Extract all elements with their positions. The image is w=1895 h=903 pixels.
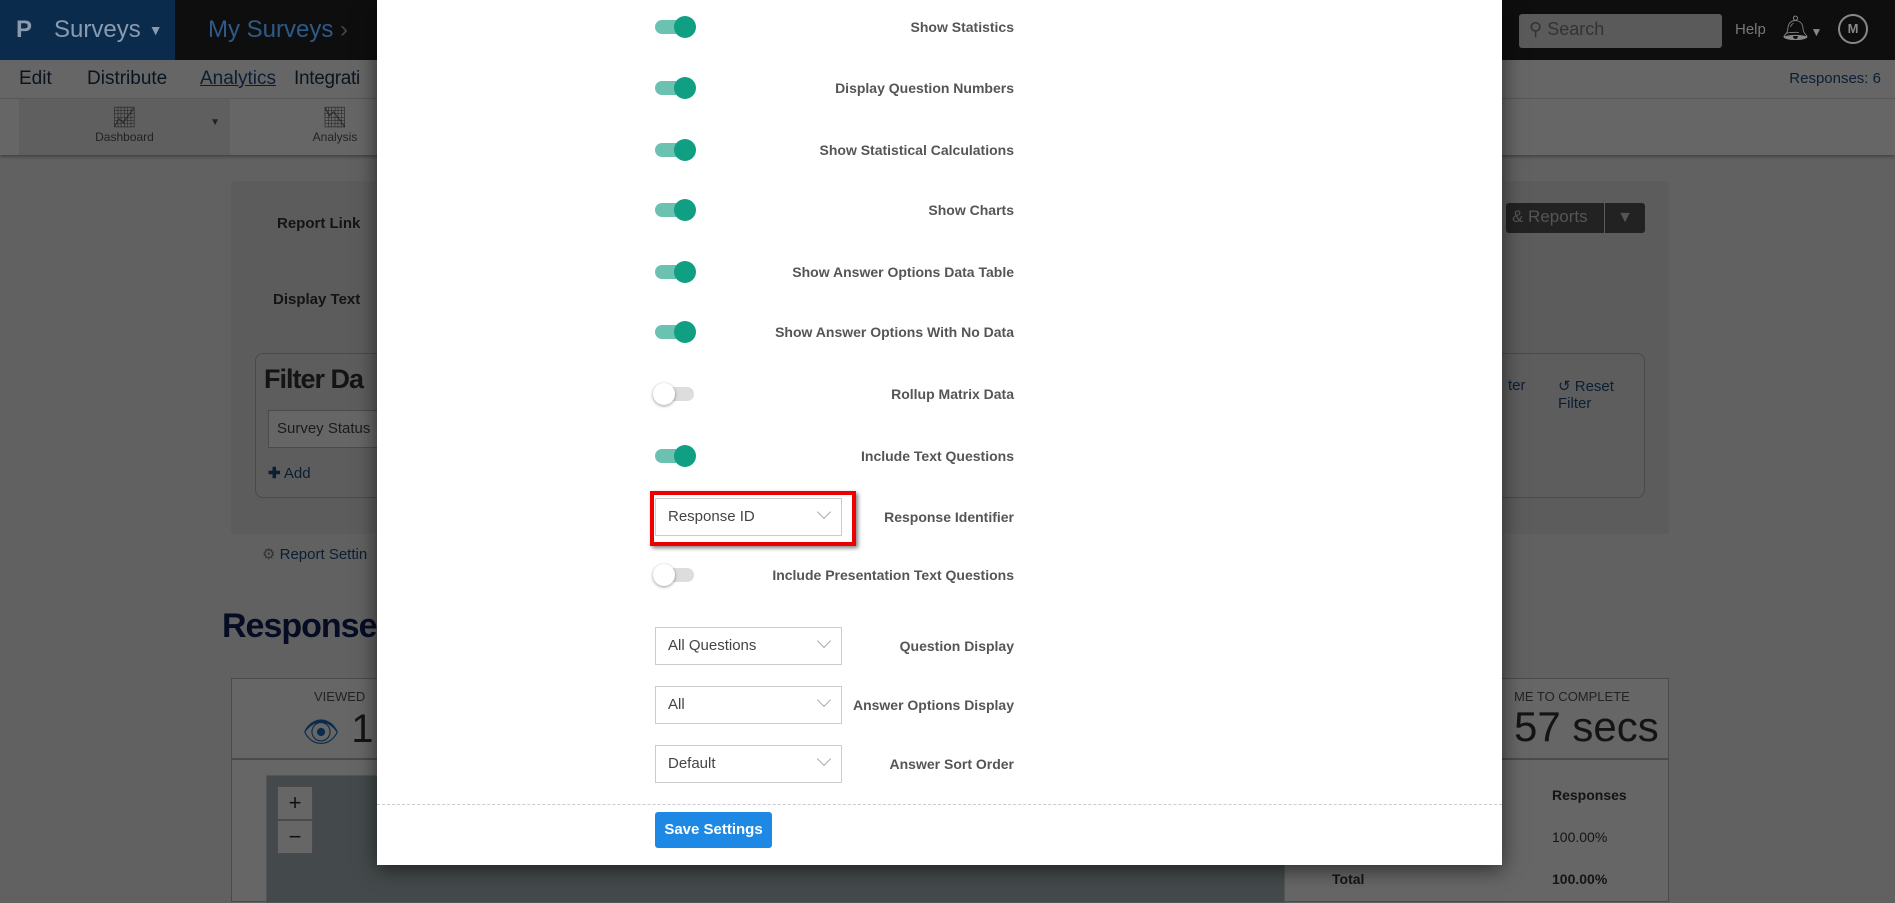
answer-sort-order-select[interactable]: Default: [655, 745, 842, 783]
include-text-questions-toggle[interactable]: [655, 445, 696, 467]
show-answer-options-data-table-toggle[interactable]: [655, 261, 696, 283]
table-header-responses: Responses: [1552, 787, 1627, 803]
add-label: Add: [283, 465, 311, 482]
viewed-label: VIEWED: [314, 689, 366, 704]
chevron-right-icon: ›: [340, 16, 349, 43]
show-statistics-label: Show Statistics: [910, 19, 1014, 35]
nav-analytics[interactable]: Analytics: [200, 68, 276, 90]
add-filter-button[interactable]: ✚ Add: [268, 464, 311, 482]
save-settings-button[interactable]: Save Settings: [655, 812, 772, 848]
breadcrumb-label: My Surveys: [208, 16, 334, 43]
logo: P: [16, 16, 33, 43]
table-total: 100.00%: [1552, 871, 1608, 887]
show-charts-toggle[interactable]: [655, 199, 696, 221]
search-placeholder: Search: [1547, 19, 1605, 39]
display-question-numbers-toggle[interactable]: [655, 77, 696, 99]
display-text-label: Display Text: [273, 291, 361, 308]
viewed-number: 1: [351, 707, 374, 751]
rollup-matrix-data-toggle[interactable]: [653, 383, 694, 405]
show-answer-options-with-no-data-label: Show Answer Options With No Data: [775, 324, 1014, 340]
chevron-down-icon: [816, 504, 832, 520]
breadcrumb-my-surveys[interactable]: My Surveys ›: [208, 16, 348, 44]
toggle-knob: [674, 261, 696, 283]
gears-icon: ⚙: [262, 546, 276, 563]
dashboard-tab[interactable]: 📈︎ Dashboard ▼: [19, 99, 230, 155]
toggle-knob: [674, 16, 696, 38]
answer-options-display-value: All: [668, 696, 685, 713]
search-icon: ⚲: [1529, 19, 1543, 39]
help-link[interactable]: Help: [1735, 21, 1766, 38]
toggle-knob: [674, 77, 696, 99]
dashboard-label: Dashboard: [95, 130, 154, 144]
analysis-tab[interactable]: 📉︎ Analysis: [300, 105, 370, 144]
toggle-knob: [674, 139, 696, 161]
rollup-matrix-data-label: Rollup Matrix Data: [891, 386, 1014, 402]
undo-icon: ↺: [1558, 378, 1571, 395]
avatar[interactable]: M: [1838, 14, 1868, 44]
time-to-complete-value: 57 secs: [1514, 703, 1659, 750]
nav-integrations[interactable]: Integrati: [294, 68, 360, 90]
response-identifier-value: Response ID: [668, 508, 755, 525]
response-identifier-select[interactable]: Response ID: [655, 498, 842, 536]
filter-title: Filter Da: [264, 364, 364, 394]
caret-down-icon[interactable]: ▼: [210, 117, 220, 128]
toggle-knob: [674, 445, 696, 467]
time-to-complete-label: ME TO COMPLETE: [1514, 689, 1630, 704]
line-chart-icon: 📈︎: [111, 107, 138, 129]
eye-icon: 👁︎: [302, 716, 341, 749]
toggle-knob: [674, 321, 696, 343]
divider: [377, 804, 1502, 805]
toggle-knob: [653, 564, 675, 586]
report-settings-label: Report Settin: [279, 546, 368, 563]
report-settings-modal: Show Statistics Display Question Numbers…: [377, 0, 1502, 865]
zoom-in-button[interactable]: +: [277, 786, 313, 820]
responses-count: Responses: 6: [1789, 70, 1881, 87]
reports-button[interactable]: & Reports: [1506, 203, 1604, 233]
app-name: Surveys: [54, 16, 141, 43]
include-text-questions-label: Include Text Questions: [861, 448, 1014, 464]
show-answer-options-with-no-data-toggle[interactable]: [655, 321, 696, 343]
bell-icon[interactable]: 🔔︎▼: [1780, 14, 1822, 43]
answer-options-display-select[interactable]: All: [655, 686, 842, 724]
show-charts-label: Show Charts: [928, 202, 1014, 218]
question-display-select[interactable]: All Questions: [655, 627, 842, 665]
viewed-value: 👁︎ 1: [302, 707, 373, 752]
table-cell: 100.00%: [1552, 829, 1608, 845]
answer-sort-order-value: Default: [668, 755, 716, 772]
show-statistical-calculations-toggle[interactable]: [655, 139, 696, 161]
reset-filter-button[interactable]: ↺ Reset Filter: [1558, 377, 1644, 412]
toggle-knob: [674, 199, 696, 221]
show-statistical-calculations-label: Show Statistical Calculations: [819, 142, 1015, 158]
app-switcher[interactable]: P Surveys ▼: [0, 0, 175, 60]
survey-status-filter[interactable]: Survey Status: [268, 410, 378, 448]
zoom-out-button[interactable]: −: [277, 820, 313, 854]
show-answer-options-data-table-label: Show Answer Options Data Table: [792, 264, 1014, 280]
filter-link[interactable]: ter: [1508, 377, 1526, 394]
toggle-knob: [653, 383, 675, 405]
chevron-down-icon: [816, 633, 832, 649]
analysis-chart-icon: 📉︎: [322, 107, 348, 129]
responses-heading: Response: [222, 607, 377, 645]
show-statistics-toggle[interactable]: [655, 16, 696, 38]
analysis-label: Analysis: [312, 130, 358, 144]
presentation-toggle[interactable]: [653, 564, 694, 586]
search-input[interactable]: ⚲ Search: [1519, 14, 1722, 48]
nav-distribute[interactable]: Distribute: [87, 68, 167, 90]
chevron-down-icon: [816, 751, 832, 767]
nav-edit[interactable]: Edit: [19, 68, 52, 90]
plus-icon: ✚: [268, 465, 281, 482]
display-question-numbers-label: Display Question Numbers: [835, 80, 1014, 96]
report-settings-link[interactable]: ⚙ Report Settin: [262, 545, 367, 563]
table-total-label: Total: [1332, 871, 1365, 887]
caret-down-icon: ▼: [148, 22, 163, 38]
chevron-down-icon: [816, 692, 832, 708]
presentation-label: Include Presentation Text Questions: [772, 567, 1014, 583]
report-link-label: Report Link: [277, 215, 361, 232]
question-display-value: All Questions: [668, 637, 757, 654]
caret-down-icon[interactable]: ▼: [1605, 203, 1645, 233]
